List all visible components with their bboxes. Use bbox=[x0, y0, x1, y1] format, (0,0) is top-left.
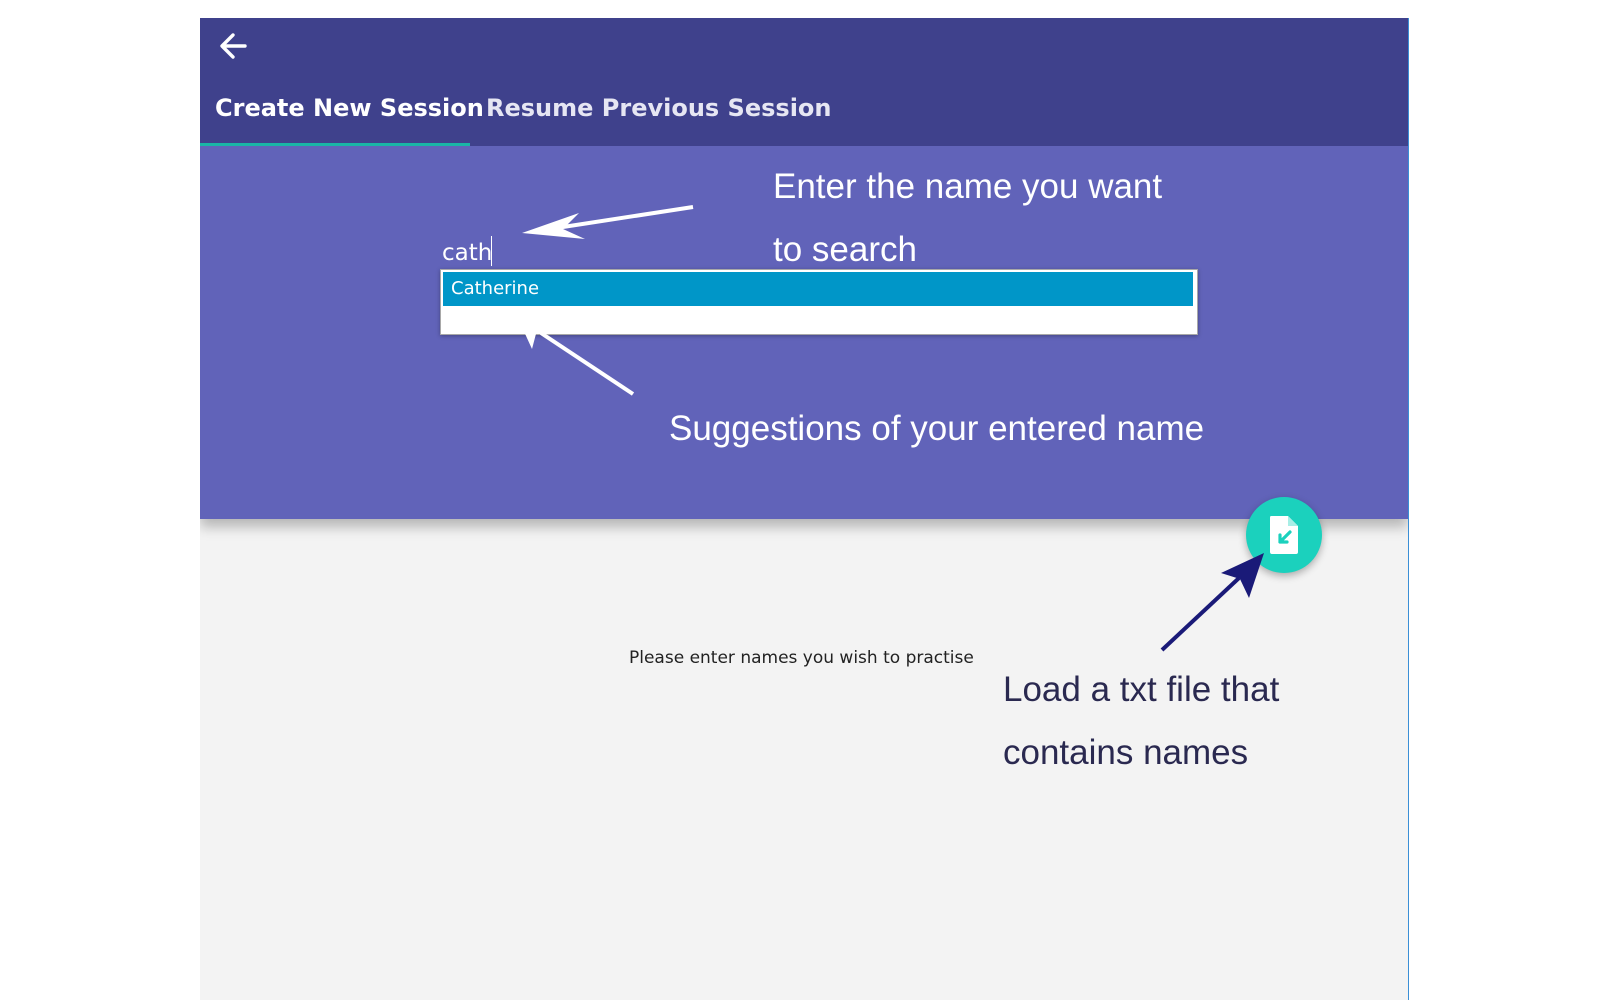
annotation-line: Enter the name you want bbox=[773, 167, 1163, 206]
tab-resume-previous-session[interactable]: Resume Previous Session bbox=[486, 94, 832, 122]
file-import-icon bbox=[1270, 516, 1298, 554]
tab-create-new-session[interactable]: Create New Session bbox=[215, 94, 484, 122]
text-cursor bbox=[491, 236, 492, 266]
arrow-left-icon bbox=[220, 33, 247, 59]
annotation-enter-name: Enter the name you want to search bbox=[773, 155, 1162, 281]
active-tab-indicator bbox=[200, 143, 470, 146]
annotation-line: contains names bbox=[1003, 733, 1249, 772]
load-file-button[interactable] bbox=[1246, 497, 1322, 573]
annotation-line: to search bbox=[773, 230, 917, 269]
annotation-suggestions: Suggestions of your entered name bbox=[669, 409, 1205, 448]
empty-list-hint: Please enter names you wish to practise bbox=[629, 648, 974, 668]
back-button[interactable] bbox=[214, 26, 254, 66]
top-app-bar: Create New Session Resume Previous Sessi… bbox=[200, 18, 1408, 146]
annotation-load-file: Load a txt file that contains names bbox=[1003, 658, 1279, 784]
app-window: Create New Session Resume Previous Sessi… bbox=[200, 18, 1409, 1000]
annotation-line: Load a txt file that bbox=[1003, 670, 1280, 709]
